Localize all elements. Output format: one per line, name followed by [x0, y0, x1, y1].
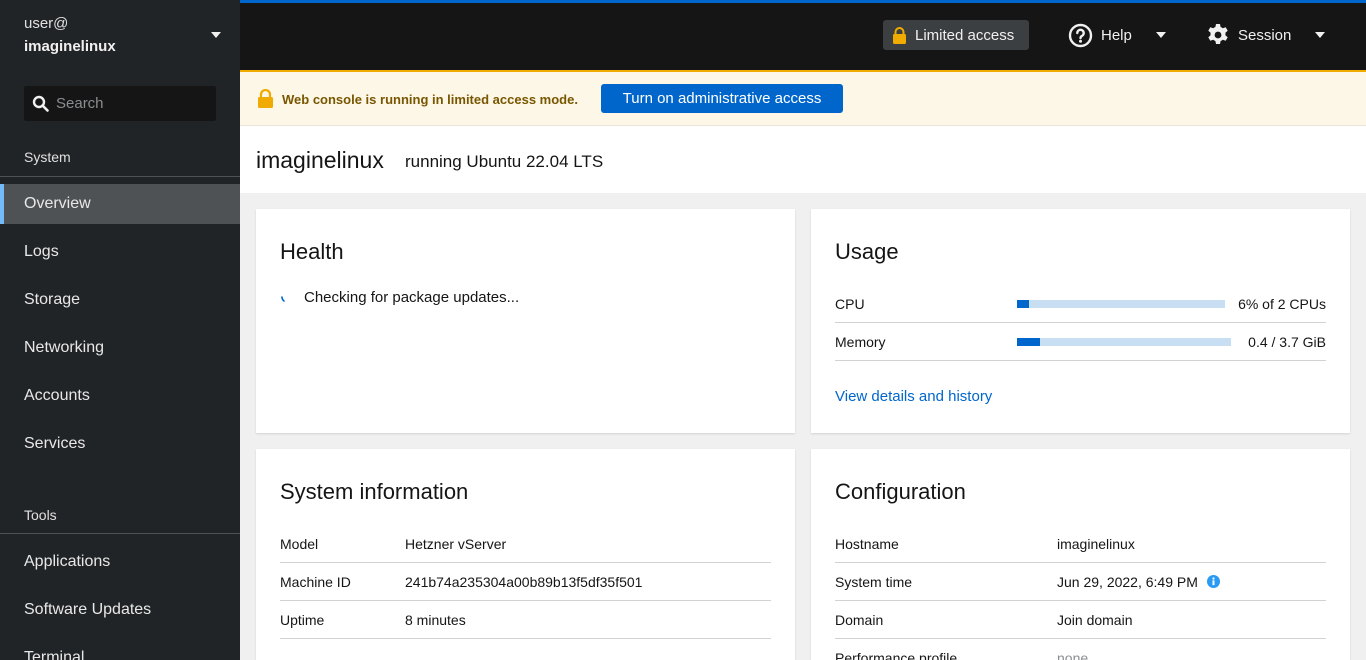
card-title: Usage — [835, 239, 899, 264]
cpu-usage-bar — [1017, 299, 1225, 308]
info-key: Model — [280, 535, 319, 552]
sidebar-item-label: Logs — [24, 243, 59, 260]
sidebar-item-label: Applications — [24, 553, 111, 570]
join-domain-button[interactable]: Join domain — [1057, 612, 1133, 628]
sidebar-item-storage[interactable]: Storage — [0, 280, 240, 320]
config-key: Hostname — [835, 535, 899, 552]
caret-down-icon — [211, 32, 221, 38]
usage-label: CPU — [835, 295, 865, 312]
sidebar-item-accounts[interactable]: Accounts — [0, 376, 240, 416]
usage-value: 6% of 2 CPUs — [1238, 295, 1326, 312]
config-value[interactable]: Jun 29, 2022, 6:49 PM — [1057, 574, 1198, 590]
memory-usage-bar-fill — [1017, 337, 1041, 346]
sidebar-item-label: Networking — [24, 339, 105, 356]
configuration-card: Configuration Hostname imaginelinux Syst… — [811, 449, 1350, 660]
usage-row-memory: Memory 0.4 / 3.7 GiB — [835, 323, 1326, 361]
help-label: Help — [1101, 26, 1132, 44]
section-divider — [0, 533, 240, 534]
sidebar-item-label: Terminal — [24, 649, 85, 660]
alert-message: Web console is running in limited access… — [282, 92, 578, 107]
sidebar-item-label: Services — [24, 435, 86, 452]
config-row-hostname: Hostname imaginelinux — [835, 525, 1326, 563]
section-divider — [0, 176, 240, 177]
sidebar-item-networking[interactable]: Networking — [0, 328, 240, 368]
info-icon[interactable] — [1206, 575, 1220, 588]
info-key: Machine ID — [280, 573, 351, 590]
config-key: System time — [835, 573, 913, 590]
sidebar-item-label: Overview — [24, 195, 91, 212]
host-user: user@ — [24, 15, 69, 32]
system-information-card: System information Model Hetzner vServer… — [256, 449, 795, 660]
session-menu-button[interactable]: Session — [1206, 20, 1326, 50]
usage-label: Memory — [835, 333, 886, 350]
search-icon — [32, 95, 49, 112]
sidebar-item-overview[interactable]: Overview — [0, 184, 240, 224]
sidebar-item-terminal[interactable]: Terminal — [0, 638, 240, 660]
config-row-domain: Domain Join domain — [835, 601, 1326, 639]
limited-access-label: Limited access — [915, 26, 1015, 44]
page-header: imaginelinux running Ubuntu 22.04 LTS — [240, 126, 1366, 193]
section-title-system: System — [24, 149, 71, 165]
info-key: Uptime — [280, 611, 325, 628]
performance-profile-button[interactable]: none — [1057, 650, 1088, 660]
sidebar-item-services[interactable]: Services — [0, 424, 240, 464]
page-subtitle: running Ubuntu 22.04 LTS — [405, 152, 604, 171]
info-value: Hetzner vServer — [405, 535, 507, 552]
cpu-usage-bar-fill — [1017, 299, 1030, 308]
help-icon — [1068, 23, 1093, 47]
lock-icon — [893, 26, 906, 44]
turn-on-admin-access-button[interactable]: Turn on administrative access — [601, 84, 843, 113]
config-key: Performance profile — [835, 649, 958, 660]
sidebar-item-applications[interactable]: Applications — [0, 542, 240, 582]
info-row-model: Model Hetzner vServer — [280, 525, 771, 563]
config-value: imaginelinux — [1057, 535, 1135, 552]
host-name: imaginelinux — [24, 38, 116, 55]
sidebar-item-software-updates[interactable]: Software Updates — [0, 590, 240, 630]
info-value: 241b74a235304a00b89b13f5df35f501 — [405, 573, 643, 590]
usage-value: 0.4 / 3.7 GiB — [1248, 333, 1326, 350]
host-switcher[interactable]: user@ imaginelinux — [0, 0, 240, 70]
health-status: Checking for package updates... — [280, 289, 519, 306]
page-title: imaginelinux — [256, 147, 384, 173]
help-menu-button[interactable]: Help — [1068, 20, 1166, 50]
usage-card: Usage CPU 6% of 2 CPUs Memory 0.4 / 3.7 … — [811, 209, 1350, 433]
session-label: Session — [1238, 26, 1292, 44]
memory-usage-bar — [1017, 337, 1231, 346]
caret-down-icon — [1155, 32, 1166, 38]
usage-row-cpu: CPU 6% of 2 CPUs — [835, 285, 1326, 323]
spinner-icon — [281, 295, 285, 302]
card-title: Configuration — [835, 479, 966, 504]
health-card: Health Checking for package updates... — [256, 209, 795, 433]
lock-icon — [258, 89, 273, 108]
search-input[interactable] — [56, 86, 212, 121]
card-title: Health — [280, 239, 344, 264]
sidebar-item-logs[interactable]: Logs — [0, 232, 240, 272]
sidebar: user@ imaginelinux System Overview Logs … — [0, 0, 240, 660]
info-value: 8 minutes — [405, 611, 466, 628]
limited-access-alert: Web console is running in limited access… — [240, 70, 1366, 126]
config-value-wrap: Jun 29, 2022, 6:49 PM — [1057, 574, 1220, 590]
sidebar-item-label: Storage — [24, 291, 81, 308]
info-row-machine-id: Machine ID 241b74a235304a00b89b13f5df35f… — [280, 563, 771, 601]
section-title-tools: Tools — [24, 507, 57, 523]
sidebar-item-label: Software Updates — [24, 601, 152, 618]
masthead: Limited access Help Session — [240, 0, 1366, 70]
card-title: System information — [280, 479, 469, 504]
sidebar-item-label: Accounts — [24, 387, 90, 404]
config-row-system-time: System time Jun 29, 2022, 6:49 PM — [835, 563, 1326, 601]
config-key: Domain — [835, 611, 884, 628]
info-row-uptime: Uptime 8 minutes — [280, 601, 771, 639]
limited-access-button[interactable]: Limited access — [883, 20, 1029, 50]
health-status-text: Checking for package updates... — [304, 289, 520, 306]
caret-down-icon — [1315, 32, 1326, 38]
view-details-link[interactable]: View details and history — [835, 388, 992, 405]
gear-icon — [1208, 24, 1228, 44]
search-box — [24, 86, 216, 121]
config-row-performance-profile: Performance profile none — [835, 639, 1326, 660]
